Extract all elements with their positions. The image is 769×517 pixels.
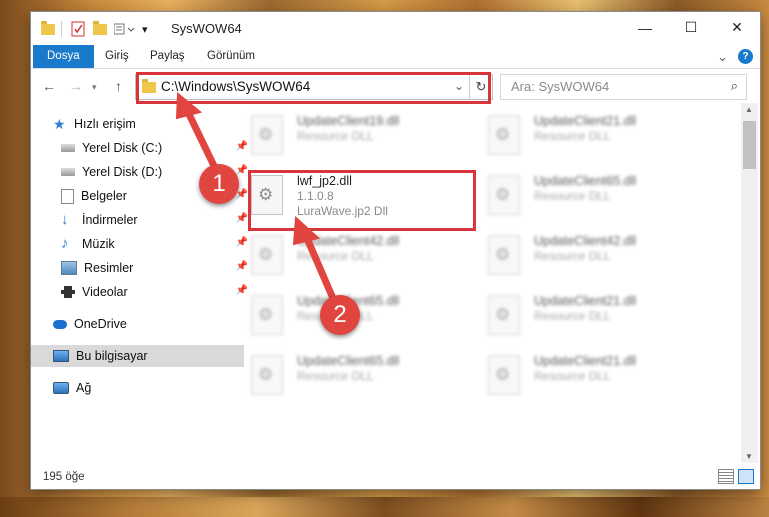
arrow-2-head — [292, 215, 321, 246]
callout-arrows — [175, 91, 336, 300]
callout-2: 2 — [320, 295, 360, 335]
arrow-1-head — [175, 91, 203, 120]
callout-1: 1 — [199, 164, 239, 204]
arrow-1-line — [183, 106, 220, 174]
arrow-2-line — [302, 232, 336, 300]
